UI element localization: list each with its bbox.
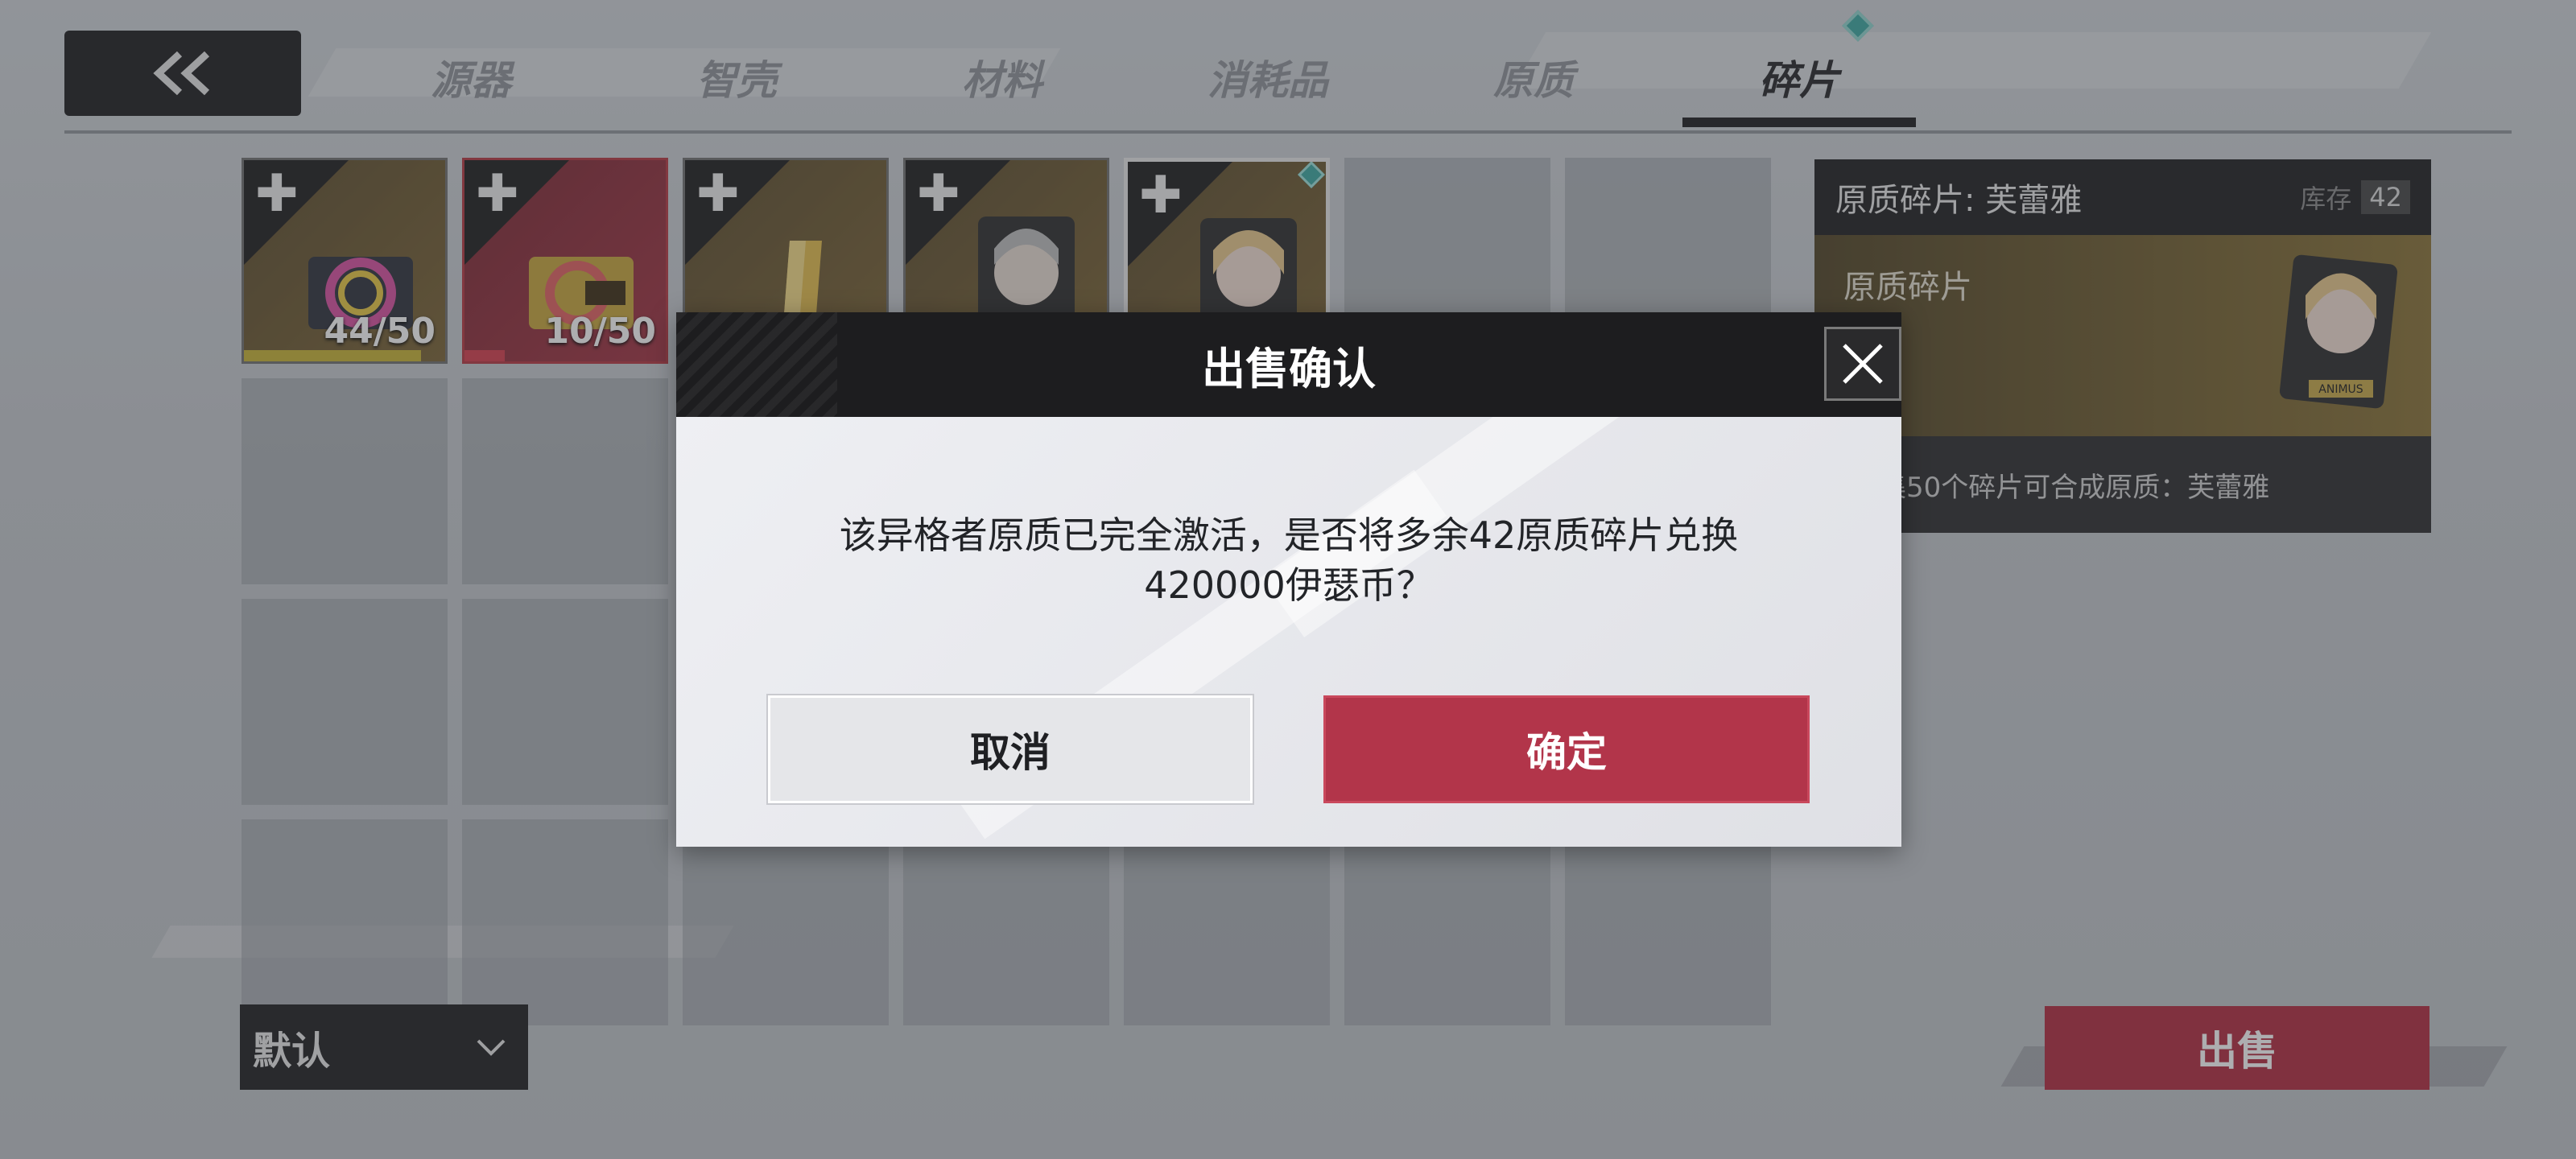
dialog-title: 出售确认 bbox=[1202, 343, 1376, 394]
message-line: 该异格者原质已完全激活，是否将多余42原质碎片兑换 bbox=[839, 514, 1739, 557]
cancel-button[interactable]: 取消 bbox=[768, 695, 1253, 803]
close-button[interactable] bbox=[1824, 327, 1901, 401]
close-icon bbox=[1843, 344, 1883, 384]
message-line: 420000伊瑟币？ bbox=[1144, 563, 1434, 607]
dialog-message: 该异格者原质已完全激活，是否将多余42原质碎片兑换 420000伊瑟币？ bbox=[676, 510, 1901, 610]
sell-confirm-dialog: 出售确认 该异格者原质已完全激活，是否将多余42原质碎片兑换 420000伊瑟币… bbox=[676, 312, 1901, 847]
dialog-header: 出售确认 bbox=[676, 312, 1901, 417]
confirm-button[interactable]: 确定 bbox=[1323, 695, 1810, 803]
dialog-body: 该异格者原质已完全激活，是否将多余42原质碎片兑换 420000伊瑟币？ 取消 … bbox=[676, 417, 1901, 847]
